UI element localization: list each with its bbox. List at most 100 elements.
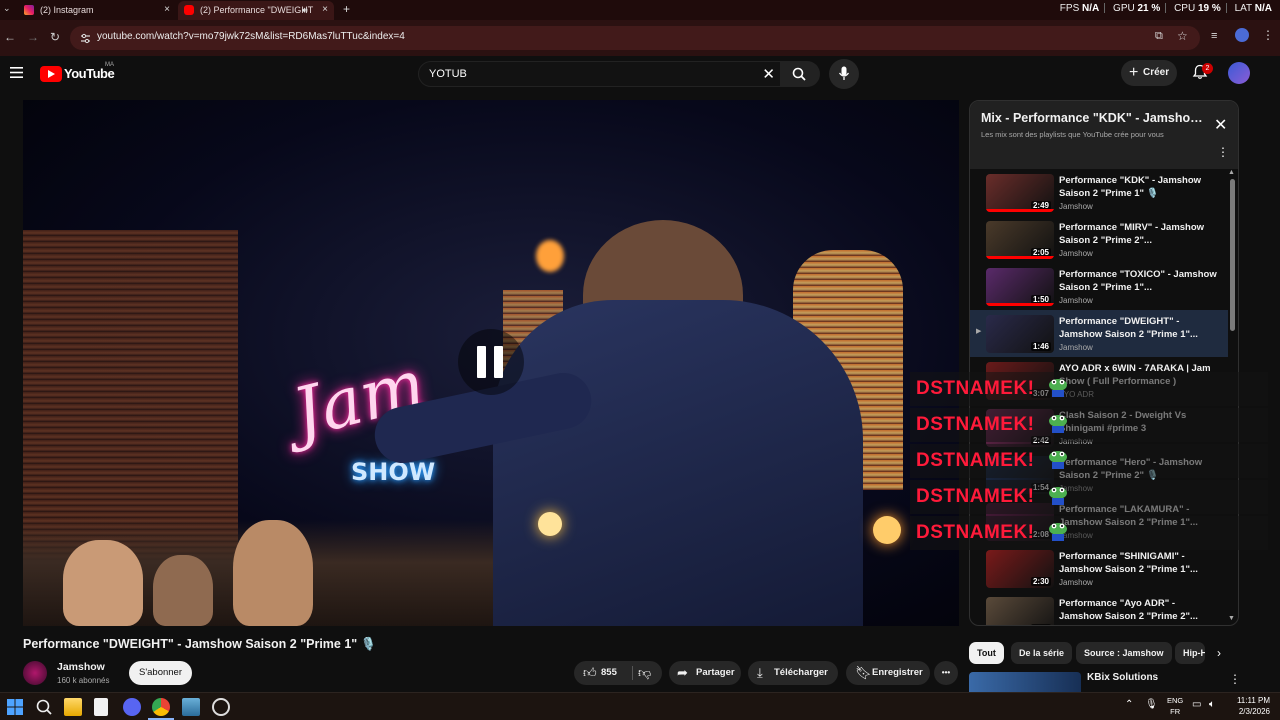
tab-youtube[interactable]: (2) Performance "DWEIGHT 🔊︎ ×: [178, 1, 334, 20]
search-input[interactable]: YOTUB: [429, 68, 467, 80]
tab-close-icon[interactable]: ×: [322, 1, 328, 19]
hamburger-menu-icon[interactable]: [10, 67, 23, 78]
overlay-row: DSTNAMEK!: [910, 444, 1268, 478]
bookmark-star-icon[interactable]: ☆: [1177, 29, 1188, 43]
playlist-item[interactable]: 1:50 Performance "TOXICO" - Jamshow Saiso…: [970, 263, 1228, 310]
divider: [632, 666, 633, 680]
playlist-item[interactable]: 2:05 Performance "MIRV" - Jamshow Saison …: [970, 216, 1228, 263]
youtube-header: YouTube MA YOTUB ✕ + Créer 2: [0, 56, 1280, 96]
playlist-thumbnail[interactable]: 2:49: [986, 174, 1054, 212]
channel-name[interactable]: Jamshow: [57, 661, 105, 673]
thumbs-down-icon[interactable]: 👎︎: [638, 661, 651, 685]
tab-search-icon[interactable]: ≡: [1211, 30, 1217, 42]
chips-next-chevron-icon[interactable]: ›: [1217, 646, 1221, 660]
playlist-scrollbar[interactable]: [1230, 179, 1235, 331]
playlist-thumbnail[interactable]: 1:46: [986, 315, 1054, 353]
save-button[interactable]: 🔖︎ Enregistrer: [846, 661, 930, 685]
stream-overlay: DSTNAMEK! DSTNAMEK! DSTNAMEK! DSTNAMEK! DSTN…: [910, 372, 1268, 550]
gpu-label: GPU: [1113, 3, 1135, 14]
playlist-item-title[interactable]: Performance "DWEIGHT" - Jamshow Saison 2…: [1059, 315, 1219, 341]
notepad-icon[interactable]: [94, 698, 108, 716]
youtube-icon: [184, 5, 194, 15]
playlist-item-title[interactable]: Performance "TOXICO" - Jamshow Saison 2 …: [1059, 268, 1219, 294]
back-arrow-icon[interactable]: ←: [4, 30, 16, 44]
playlist-item-title[interactable]: Performance "KDK" - Jamshow Saison 2 "Pr…: [1059, 174, 1219, 200]
scroll-down-icon[interactable]: ▼: [1228, 615, 1235, 622]
chip-1[interactable]: De la série: [1011, 642, 1073, 664]
playlist-item[interactable]: 2:30 Performance "SHINIGAMI" - Jamshow Sa…: [970, 545, 1228, 592]
fps-value: N/A: [1082, 3, 1100, 14]
recommendation-channel[interactable]: KBix Solutions: [1087, 672, 1158, 683]
new-tab-button[interactable]: +: [343, 2, 350, 16]
cpu-value: 19 %: [1197, 3, 1221, 14]
playlist-thumbnail[interactable]: 2:05: [986, 221, 1054, 259]
download-button[interactable]: ⤓ Télécharger: [748, 661, 838, 685]
app-window-icon[interactable]: [182, 698, 200, 716]
address-bar[interactable]: youtube.com/watch?v=mo79jwk72sM&list=RD6…: [70, 26, 1200, 50]
playlist-item[interactable]: 2:53 Performance "Ayo ADR" - Jamshow Sais…: [970, 592, 1228, 625]
download-icon: ⤓: [757, 665, 763, 680]
clear-search-icon[interactable]: ✕: [762, 65, 775, 83]
gpu-value: 21 %: [1137, 3, 1161, 14]
thumbs-up-icon[interactable]: 👍︎: [583, 661, 597, 685]
channel-avatar[interactable]: [23, 661, 47, 685]
recommendation-more-icon[interactable]: ⋮: [1229, 672, 1241, 686]
like-count[interactable]: 855: [601, 661, 617, 685]
url-text[interactable]: youtube.com/watch?v=mo79jwk72sM&list=RD6…: [97, 31, 405, 42]
account-avatar[interactable]: [1228, 62, 1250, 84]
pause-button[interactable]: [458, 329, 524, 395]
more-actions-button[interactable]: •••: [934, 661, 958, 685]
playlist-item-title[interactable]: Performance "MIRV" - Jamshow Saison 2 "P…: [1059, 221, 1219, 247]
search-box[interactable]: YOTUB ✕: [418, 61, 784, 87]
share-button[interactable]: ➦ Partager: [669, 661, 741, 685]
playlist-item-title[interactable]: Performance "Ayo ADR" - Jamshow Saison 2…: [1059, 597, 1219, 623]
tab-menu-chevron-icon[interactable]: ⌄: [3, 3, 11, 14]
performance-overlay: FPS N/A GPU 21 % CPU 19 % LAT N/A: [1060, 3, 1272, 14]
playlist-item-channel: Jamshow: [1059, 578, 1093, 587]
crowd-face: [233, 520, 313, 626]
search-icon[interactable]: [35, 698, 53, 716]
file-explorer-icon[interactable]: [64, 698, 82, 716]
search-button[interactable]: [780, 61, 820, 87]
speaker-icon[interactable]: 🔊︎: [302, 1, 308, 19]
tab-close-icon[interactable]: ×: [164, 1, 170, 19]
playlist-thumbnail[interactable]: 2:30: [986, 550, 1054, 588]
voice-search-button[interactable]: [829, 59, 859, 89]
playlist-more-icon[interactable]: ⋮: [1217, 145, 1229, 159]
scroll-up-icon[interactable]: ▲: [1228, 169, 1235, 176]
download-label: Télécharger: [774, 667, 828, 678]
language-indicator[interactable]: ENG FR: [1167, 695, 1183, 717]
clock-time: 11:11 PM: [1236, 696, 1270, 705]
fps-label: FPS: [1059, 3, 1080, 14]
tray-mic-icon[interactable]: 🎙︎: [1145, 699, 1158, 710]
reload-icon[interactable]: ↻: [50, 30, 60, 44]
windows-start-icon[interactable]: [6, 698, 24, 716]
video-player[interactable]: Jam SHOW: [23, 100, 959, 626]
discord-icon[interactable]: [123, 698, 141, 716]
playlist-item[interactable]: 2:49 Performance "KDK" - Jamshow Saison 2…: [970, 169, 1228, 216]
playlist-item[interactable]: ▶ 1:46 Performance "DWEIGHT" - Jamshow Sai…: [970, 310, 1228, 357]
subscribe-button[interactable]: S'abonner: [129, 661, 192, 685]
playlist-header: Mix - Performance "KDK" - Jamshow Saison…: [970, 101, 1238, 169]
tray-overflow-icon[interactable]: ⌃: [1125, 699, 1133, 710]
app-circle-icon[interactable]: [212, 698, 230, 716]
profile-icon[interactable]: [1235, 28, 1249, 42]
chip-2[interactable]: Source : Jamshow: [1076, 642, 1172, 664]
monitor-icon[interactable]: ▭: [1192, 699, 1201, 710]
cast-icon[interactable]: ⧉: [1155, 30, 1163, 43]
site-settings-icon[interactable]: [80, 33, 91, 44]
create-button[interactable]: + Créer: [1121, 60, 1177, 86]
forward-arrow-icon[interactable]: →: [27, 30, 39, 44]
playlist-thumbnail[interactable]: 1:50: [986, 268, 1054, 306]
chrome-icon[interactable]: [152, 698, 170, 716]
playlist-title[interactable]: Mix - Performance "KDK" - Jamshow Saison…: [981, 111, 1206, 125]
volume-icon[interactable]: 🔈︎: [1209, 699, 1215, 710]
tab-instagram[interactable]: (2) Instagram ×: [18, 1, 176, 20]
browser-menu-icon[interactable]: ⋮: [1262, 28, 1274, 42]
system-clock[interactable]: 11:11 PM 2/3/2026: [1226, 695, 1270, 717]
close-playlist-icon[interactable]: ✕: [1214, 115, 1227, 135]
chip-0[interactable]: Tout: [969, 642, 1004, 664]
playlist-thumbnail[interactable]: 2:53: [986, 597, 1054, 625]
chip-3[interactable]: Hip-Hop: [1175, 642, 1205, 664]
playlist-item-title[interactable]: Performance "SHINIGAMI" - Jamshow Saison…: [1059, 550, 1219, 576]
